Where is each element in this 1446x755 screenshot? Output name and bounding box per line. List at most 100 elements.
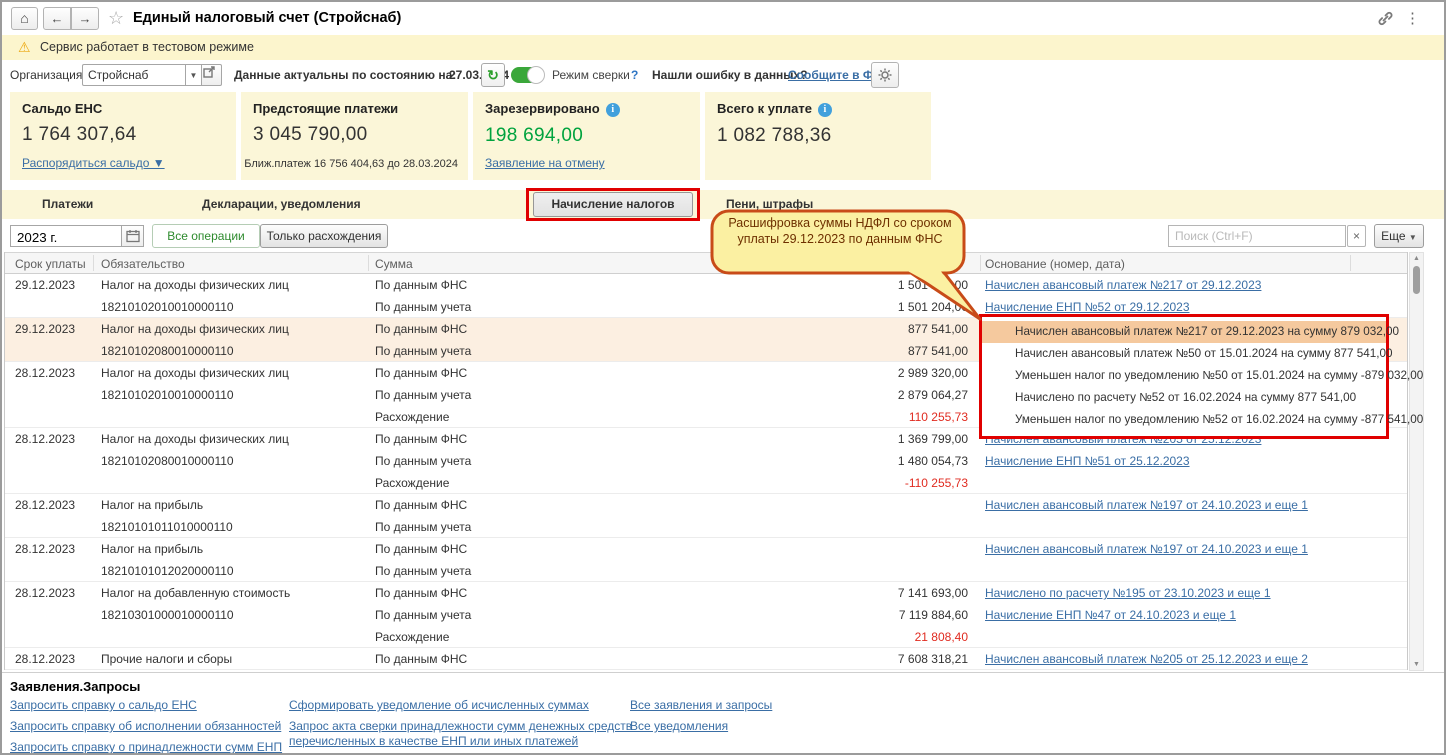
more-label: Еще [1381, 229, 1406, 243]
help-icon[interactable]: ? [631, 68, 638, 82]
search-clear-icon[interactable]: × [1347, 225, 1366, 247]
table-row[interactable]: 28.12.2023 Налог на прибыль 182101010110… [5, 494, 1407, 538]
refresh-icon[interactable]: ↻ [481, 63, 505, 87]
open-form-icon[interactable] [202, 64, 222, 86]
tab-declarations[interactable]: Декларации, уведомления [202, 197, 361, 211]
row-obligation: Налог на добавленную стоимость [101, 586, 291, 600]
cancel-application-link[interactable]: Заявление на отмену [485, 156, 605, 170]
tab-penalties[interactable]: Пени, штрафы [726, 197, 813, 211]
vertical-scrollbar[interactable]: ▲ ▼ [1409, 252, 1424, 671]
only-discrepancies-button[interactable]: Только расхождения [260, 224, 388, 248]
favorite-star-icon[interactable]: ☆ [108, 8, 124, 29]
dispose-balance-link[interactable]: Распорядиться сальдо ▼ [22, 156, 165, 170]
column-divider [368, 255, 369, 271]
scroll-down-icon[interactable]: ▼ [1410, 661, 1423, 668]
sum-value: 1 369 799,00 [897, 432, 968, 446]
card-title: Сальдо ЕНС [22, 101, 103, 116]
row-kbk: 18210102010010000110 [101, 388, 234, 402]
basis-link[interactable]: Начисление ЕНП №51 от 25.12.2023 [985, 454, 1190, 468]
sum-label: По данным ФНС [375, 322, 468, 336]
sum-value-discrepancy: -110 255,73 [904, 476, 968, 490]
row-obligation: Налог на доходы физических лиц [101, 278, 289, 292]
sum-label: По данным ФНС [375, 542, 468, 556]
sum-label: По данным ФНС [375, 432, 468, 446]
all-operations-button[interactable]: Все операции [152, 224, 260, 248]
link-icon[interactable] [1377, 10, 1394, 30]
calendar-icon[interactable] [122, 225, 144, 247]
basis-link[interactable]: Начислен авансовый платеж №197 от 24.10.… [985, 542, 1308, 556]
table-row[interactable]: 29.12.2023 Налог на доходы физических ли… [5, 274, 1407, 318]
card-title: Всего к уплате [717, 101, 812, 116]
sum-label: По данным учета [375, 454, 472, 468]
card-balance: Сальдо ЕНС 1 764 307,64 Распорядиться са… [10, 92, 236, 180]
basis-link[interactable]: Начисление ЕНП №52 от 29.12.2023 [985, 300, 1190, 314]
org-label: Организация: [10, 68, 86, 82]
breakdown-row[interactable]: Начислен авансовый платеж №50 от 15.01.2… [982, 343, 1393, 365]
row-kbk: 18210101011010000110 [101, 520, 233, 534]
gear-icon[interactable] [871, 62, 899, 88]
basis-link[interactable]: Начислен авансовый платеж №205 от 25.12.… [985, 652, 1308, 666]
all-notifications-link[interactable]: Все уведомления [630, 719, 728, 734]
info-icon[interactable]: i [605, 103, 620, 117]
tab-payments[interactable]: Платежи [42, 197, 93, 211]
breakdown-row[interactable]: Начислено по расчету №52 от 16.02.2024 н… [982, 387, 1386, 409]
create-notification-link[interactable]: Сформировать уведомление об исчисленных … [289, 698, 589, 713]
row-due-date: 28.12.2023 [15, 498, 76, 512]
menu-kebab-icon[interactable]: ⋮ [1405, 9, 1420, 27]
breakdown-row-selected[interactable]: Начислен авансовый платеж №217 от 29.12.… [982, 321, 1399, 343]
banner-text: Сервис работает в тестовом режиме [40, 40, 254, 54]
sum-label: По данным учета [375, 564, 472, 578]
chevron-down-icon: ▼ [1408, 233, 1417, 242]
col-obligation: Обязательство [101, 257, 185, 271]
error-question: Нашли ошибку в данных? [652, 68, 808, 82]
info-icon[interactable]: i [817, 103, 832, 117]
sum-label: Расхождение [375, 410, 450, 424]
requests-title: Заявления.Запросы [10, 679, 141, 694]
page-title: Единый налоговый счет (Стройснаб) [133, 10, 402, 26]
reconcile-mode-toggle[interactable] [511, 66, 545, 84]
basis-link[interactable]: Начислен авансовый платеж №217 от 29.12.… [985, 278, 1261, 292]
row-due-date: 28.12.2023 [15, 652, 76, 666]
table-row[interactable]: 28.12.2023 Налог на прибыль 182101010120… [5, 538, 1407, 582]
next-payment-note: Ближ.платеж 16 756 404,63 до 28.03.2024 [244, 158, 458, 170]
filter-bar: Все операции Только расхождения × Еще ▼ [2, 220, 1444, 252]
sum-label: По данным учета [375, 608, 472, 622]
sum-label: По данным учета [375, 388, 472, 402]
tab-tax-accrual[interactable]: Начисление налогов [533, 192, 693, 217]
home-icon[interactable]: ⌂ [11, 7, 38, 30]
all-requests-link[interactable]: Все заявления и запросы [630, 698, 772, 713]
reconciliation-act-link[interactable]: Запрос акта сверки принадлежности сумм д… [289, 719, 649, 749]
scroll-up-icon[interactable]: ▲ [1410, 255, 1423, 262]
breakdown-row[interactable]: Уменьшен налог по уведомлению №50 от 15.… [982, 365, 1423, 387]
row-kbk: 18210102010010000110 [101, 300, 234, 314]
row-kbk: 18210101012020000110 [101, 564, 234, 578]
tabs-bar: Платежи Декларации, уведомления Начислен… [2, 188, 1444, 221]
col-basis: Основание (номер, дата) [985, 257, 1125, 271]
back-icon[interactable]: ← [43, 7, 71, 30]
period-input[interactable] [10, 225, 122, 247]
org-select[interactable]: Стройснаб [82, 64, 186, 86]
basis-link[interactable]: Начисление ЕНП №47 от 24.10.2023 и еще 1 [985, 608, 1236, 622]
sum-label: Расхождение [375, 630, 450, 644]
sum-label: По данным ФНС [375, 366, 468, 380]
card-value: 3 045 790,00 [253, 124, 368, 145]
chevron-down-icon[interactable]: ▼ [186, 64, 202, 86]
table-row[interactable]: 28.12.2023 Налог на добавленную стоимост… [5, 582, 1407, 648]
request-duties-link[interactable]: Запросить справку об исполнении обязанно… [10, 719, 281, 734]
more-button[interactable]: Еще ▼ [1374, 224, 1424, 248]
request-enp-link[interactable]: Запросить справку о принадлежности сумм … [10, 740, 282, 753]
col-due-date: Срок уплаты [15, 257, 86, 271]
card-title: Зарезервировано [485, 101, 600, 116]
breakdown-row[interactable]: Уменьшен налог по уведомлению №52 от 16.… [982, 409, 1423, 431]
basis-link[interactable]: Начислено по расчету №195 от 23.10.2023 … [985, 586, 1271, 600]
sum-value: 877 541,00 [907, 322, 968, 336]
row-kbk: 18210102080010000110 [101, 454, 234, 468]
search-input[interactable] [1168, 225, 1346, 247]
request-balance-link[interactable]: Запросить справку о сальдо ЕНС [10, 698, 197, 713]
table-row[interactable]: 28.12.2023 Прочие налоги и сборы По данн… [5, 648, 1407, 670]
sum-label: По данным учета [375, 344, 472, 358]
sum-label: По данным учета [375, 520, 472, 534]
scrollbar-thumb[interactable] [1413, 266, 1420, 294]
basis-link[interactable]: Начислен авансовый платеж №197 от 24.10.… [985, 498, 1308, 512]
forward-icon[interactable]: → [71, 7, 99, 30]
